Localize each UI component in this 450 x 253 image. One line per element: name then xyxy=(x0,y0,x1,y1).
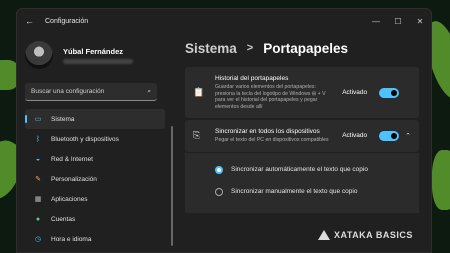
main-content: Sistema > Portapapeles 📋 Historial del p… xyxy=(185,37,431,252)
sidebar-nav: ▭ Sistema ᛒ Bluetooth y dispositivos ◒ R… xyxy=(25,109,175,249)
globe-clock-icon: ◷ xyxy=(34,236,42,243)
sidebar-item-label: Red & Internet xyxy=(51,155,93,163)
search-icon: ⌕ xyxy=(147,87,151,95)
sidebar-item-label: Hora e idioma xyxy=(51,235,92,243)
sidebar-item-label: Sistema xyxy=(51,115,75,123)
monitor-icon: ▭ xyxy=(34,116,42,123)
sidebar-scrollbar[interactable] xyxy=(171,126,173,246)
sidebar-item-red[interactable]: ◒ Red & Internet xyxy=(25,149,165,169)
settings-window: ← Configuración — ☐ ✕ Yúbal Fernández Bu… xyxy=(16,8,432,253)
sync-devices-toggle[interactable] xyxy=(379,130,400,141)
clipboard-history-toggle[interactable] xyxy=(379,87,400,98)
wifi-icon: ◒ xyxy=(35,155,41,163)
sidebar-item-cuentas[interactable]: ● Cuentas xyxy=(25,209,165,229)
breadcrumb: Sistema > Portapapeles xyxy=(185,37,431,59)
close-button[interactable]: ✕ xyxy=(409,17,431,26)
sync-devices-card[interactable]: ⎘ Sincronizar en todos los dispositivos … xyxy=(185,120,419,152)
title-bar: ← Configuración — ☐ ✕ xyxy=(17,9,431,33)
chevron-right-icon: > xyxy=(246,42,254,54)
brush-icon: ✎ xyxy=(35,176,41,183)
account-icon: ● xyxy=(35,215,41,223)
watermark: XATAKA BASICS xyxy=(318,230,413,240)
back-arrow-icon[interactable]: ← xyxy=(25,16,39,26)
sidebar-item-label: Bluetooth y dispositivos xyxy=(51,135,119,143)
radio-button[interactable] xyxy=(215,187,223,196)
clipboard-icon: 📋 xyxy=(193,87,205,97)
xataka-logo-icon xyxy=(318,230,330,240)
radio-sync-manual[interactable]: Sincronizar manualmente el texto que cop… xyxy=(215,181,419,203)
profile-name: Yúbal Fernández xyxy=(63,46,124,56)
apps-icon: ▦ xyxy=(34,196,42,203)
avatar xyxy=(25,41,53,69)
setting-title: Historial del portapapeles xyxy=(215,75,289,82)
radio-label: Sincronizar manualmente el texto que cop… xyxy=(231,188,358,195)
setting-description: Guardar varios elementos del portapapele… xyxy=(215,84,326,110)
window-title: Configuración xyxy=(45,17,89,25)
radio-label: Sincronizar automáticamente el texto que… xyxy=(231,166,368,173)
clipboard-history-card: 📋 Historial del portapapeles Guardar var… xyxy=(185,67,419,118)
sync-devices-icon: ⎘ xyxy=(193,130,201,141)
chevron-up-icon[interactable]: ⌃ xyxy=(405,132,411,140)
status-label: Activado xyxy=(342,132,368,140)
profile-email-blurred xyxy=(63,58,133,64)
maximize-button[interactable]: ☐ xyxy=(387,17,409,26)
search-placeholder: Buscar una configuración xyxy=(31,88,105,95)
setting-description: Pegar el texto del PC en dispositivos co… xyxy=(215,137,329,143)
sidebar-item-aplicaciones[interactable]: ▦ Aplicaciones xyxy=(25,189,165,209)
status-label: Activado xyxy=(342,89,368,96)
breadcrumb-parent[interactable]: Sistema xyxy=(185,41,237,56)
sidebar-item-label: Aplicaciones xyxy=(51,195,88,203)
sidebar: Yúbal Fernández Buscar una configuración… xyxy=(25,37,175,252)
sidebar-item-bluetooth[interactable]: ᛒ Bluetooth y dispositivos xyxy=(25,129,165,149)
sidebar-item-hora[interactable]: ◷ Hora e idioma xyxy=(25,229,165,249)
user-profile[interactable]: Yúbal Fernández xyxy=(25,37,175,73)
sidebar-item-personalizacion[interactable]: ✎ Personalización xyxy=(25,169,165,189)
sidebar-item-label: Cuentas xyxy=(51,215,76,223)
setting-title: Sincronizar en todos los dispositivos xyxy=(215,128,320,135)
minimize-button[interactable]: — xyxy=(365,17,387,26)
page-title: Portapapeles xyxy=(263,40,349,56)
bluetooth-icon: ᛒ xyxy=(35,135,41,143)
watermark-text: XATAKA BASICS xyxy=(334,230,413,240)
radio-sync-auto[interactable]: Sincronizar automáticamente el texto que… xyxy=(215,159,419,181)
search-input[interactable]: Buscar una configuración ⌕ xyxy=(25,83,157,101)
radio-button-selected[interactable] xyxy=(215,165,223,174)
sidebar-item-sistema[interactable]: ▭ Sistema xyxy=(25,109,165,129)
sidebar-item-label: Personalización xyxy=(51,175,97,183)
sync-options: Sincronizar automáticamente el texto que… xyxy=(185,152,419,213)
